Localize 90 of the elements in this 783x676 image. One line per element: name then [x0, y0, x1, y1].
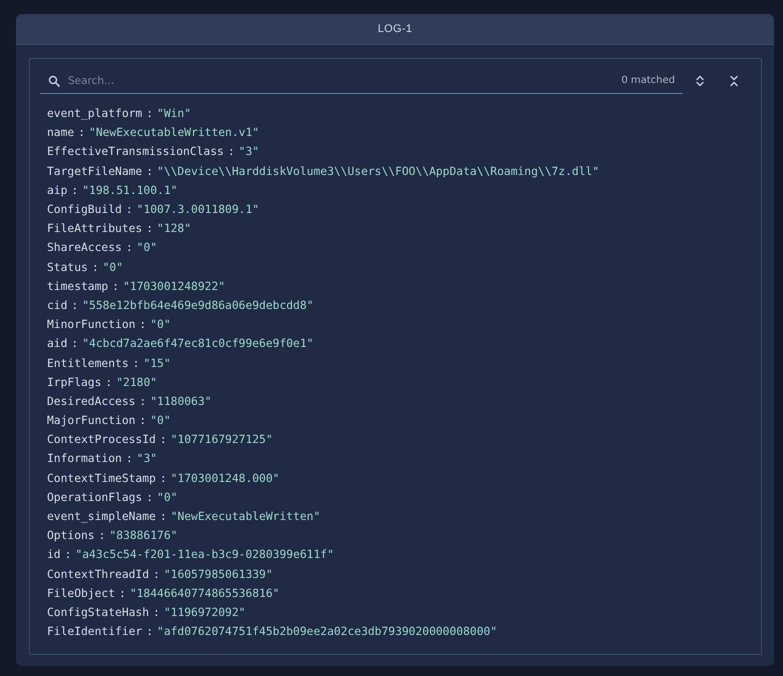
field-value: "0": [102, 260, 124, 274]
field-key: MinorFunction: [47, 318, 136, 332]
field-key: FileAttributes: [47, 222, 142, 236]
field-value: "0": [136, 241, 158, 254]
field-value: "a43c5c54-f201-11ea-b3c9-0280399e611f": [75, 548, 334, 562]
field-value: "1007.3.0011809.1": [136, 203, 260, 216]
separator: :: [146, 490, 154, 504]
field-value: "afd0762074751f45b2b09ee2a02ce3db7939020000008000": [157, 625, 498, 638]
field-value: "128": [157, 222, 192, 236]
separator: :: [126, 452, 133, 466]
field-value: "0": [150, 414, 171, 428]
field-value: "1196972092": [164, 606, 246, 619]
field-key: timestamp: [47, 280, 108, 293]
separator: :: [160, 433, 167, 446]
separator: :: [160, 472, 167, 485]
search-icon: [48, 74, 60, 86]
field-value: "NewExecutableWritten.v1": [89, 126, 260, 140]
field-key: MajorFunction: [47, 414, 136, 428]
field-key: ContextTimeStamp: [47, 472, 156, 485]
field-value: "0": [150, 318, 171, 332]
separator: :: [153, 606, 160, 619]
separator: :: [146, 222, 154, 236]
separator: :: [139, 394, 146, 408]
field-key: EffectiveTransmissionClass: [47, 145, 224, 158]
field-value: "16057985061339": [164, 568, 273, 581]
field-key: DesiredAccess: [47, 394, 136, 408]
separator: :: [132, 356, 140, 370]
field-value: "1703001248.000": [170, 472, 280, 485]
separator: :: [139, 414, 146, 428]
separator: :: [160, 510, 167, 524]
field-value: "3": [238, 145, 260, 158]
field-value: "83886176": [109, 529, 178, 542]
field-key: Status: [47, 260, 88, 274]
field-key: cid: [47, 298, 68, 312]
field-key: FileIdentifier: [47, 625, 142, 638]
field-value: "4cbcd7a2ae6f47ec81c0cf99e6e9f0e1": [82, 337, 314, 350]
separator: :: [146, 164, 154, 178]
separator: :: [126, 203, 133, 216]
field-value: "3": [136, 452, 158, 466]
field-key: Entitlements: [47, 356, 129, 370]
field-key: event_simpleName: [47, 510, 156, 524]
field-value: "198.51.100.1": [82, 184, 178, 197]
field-key: IrpFlags: [47, 376, 102, 389]
separator: :: [228, 145, 235, 158]
field-key: OperationFlags: [47, 490, 142, 504]
field-value: "1180063": [150, 394, 212, 408]
separator: :: [146, 107, 154, 120]
field-value: "558e12bfb64e469e9d86a06e9debcdd8": [82, 298, 314, 312]
field-key: aid: [47, 337, 68, 350]
search-input[interactable]: Search...: [68, 74, 614, 86]
field-key: ShareAccess: [47, 241, 122, 254]
field-key: TargetFileName: [47, 164, 142, 178]
field-key: event_platform: [47, 107, 142, 120]
separator: :: [64, 548, 72, 562]
separator: :: [78, 126, 86, 140]
field-key: Options: [47, 529, 95, 542]
separator: :: [71, 184, 78, 197]
field-value: "1703001248922": [123, 280, 226, 293]
collapse-chevron-icon: [729, 75, 739, 87]
separator: :: [105, 376, 112, 389]
match-count: 0 matched: [621, 75, 675, 86]
up-down-chevron-icon: [695, 75, 705, 87]
field-key: FileObject: [47, 586, 116, 600]
separator: :: [71, 337, 78, 350]
field-value: "15": [143, 356, 171, 370]
field-value: "1077167927125": [170, 433, 273, 446]
field-key: ContextProcessId: [47, 433, 156, 446]
field-value: "\\Device\\HarddiskVolume3\\Users\\FOO\\AppData\\Roaming\\7z.dll": [157, 164, 600, 178]
panel-title: LOG-1: [378, 23, 412, 35]
field-key: aip: [47, 184, 68, 197]
field-key: ConfigStateHash: [47, 606, 150, 619]
field-value: "NewExecutableWritten": [170, 510, 320, 524]
field-value: "0": [157, 490, 178, 504]
field-key: ConfigBuild: [47, 203, 122, 216]
field-value: "Win": [157, 107, 192, 120]
field-key: name: [47, 126, 74, 140]
separator: :: [112, 280, 120, 293]
field-key: Information: [47, 452, 122, 466]
separator: :: [119, 586, 126, 600]
field-key: ContextThreadId: [47, 568, 150, 581]
field-key: id: [47, 548, 61, 562]
separator: :: [146, 625, 154, 638]
separator: :: [98, 529, 106, 542]
field-value: "18446640774865536816": [130, 586, 280, 600]
separator: :: [139, 318, 146, 332]
separator: :: [153, 568, 160, 581]
field-value: "2180": [116, 376, 158, 389]
separator: :: [126, 241, 133, 254]
separator: :: [92, 260, 99, 274]
separator: :: [71, 298, 78, 312]
